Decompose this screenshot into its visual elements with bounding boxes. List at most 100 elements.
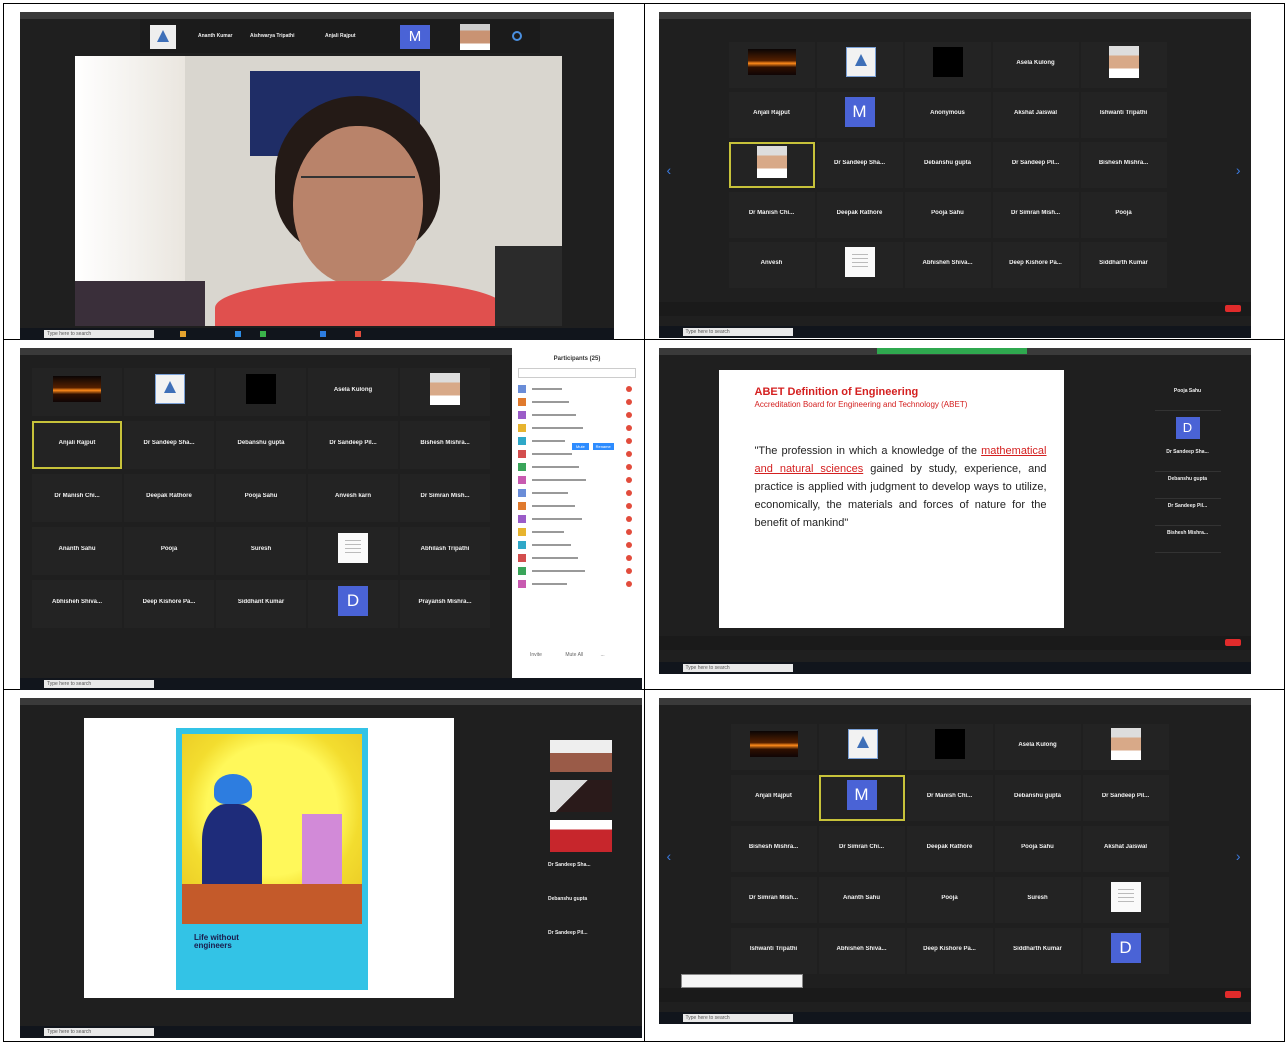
participant-tile[interactable]: Anvesh bbox=[728, 242, 815, 288]
participant-tile[interactable] bbox=[216, 368, 306, 416]
participant-tile[interactable] bbox=[32, 368, 122, 416]
side-participant-name[interactable]: Dr Sandeep Pil... bbox=[548, 926, 618, 960]
mic-icon[interactable] bbox=[626, 399, 632, 405]
participant-tile[interactable]: Anvesh karn bbox=[308, 474, 398, 522]
participant-tile[interactable]: D bbox=[308, 580, 398, 628]
participant-tile[interactable]: Anonymous bbox=[904, 92, 991, 138]
participant-tile[interactable]: Abhisheh Shiva... bbox=[818, 928, 905, 974]
participant-row[interactable] bbox=[518, 579, 636, 589]
participant-tile[interactable]: Debanshu gupta bbox=[994, 775, 1081, 821]
participant-row[interactable] bbox=[518, 566, 636, 576]
participant-row[interactable] bbox=[518, 462, 636, 472]
participant-tile[interactable]: Siddhant Kumar bbox=[216, 580, 306, 628]
participant-tile[interactable] bbox=[308, 527, 398, 575]
participant-tile[interactable]: Ananth Sahu bbox=[818, 877, 905, 923]
avatar-m[interactable]: M bbox=[400, 25, 430, 49]
participant-row[interactable] bbox=[518, 449, 636, 459]
side-participant-name[interactable]: Debanshu gupta bbox=[548, 892, 618, 926]
mic-icon[interactable] bbox=[626, 516, 632, 522]
mic-icon[interactable] bbox=[626, 451, 632, 457]
participant-tile[interactable]: M bbox=[818, 775, 905, 821]
mic-icon[interactable] bbox=[626, 477, 632, 483]
participant-tile[interactable]: Bishesh Mishra... bbox=[1080, 142, 1167, 188]
participant-tile[interactable]: Asela Kulong bbox=[992, 42, 1079, 88]
more-button[interactable]: ... bbox=[601, 652, 605, 658]
mic-icon[interactable] bbox=[626, 386, 632, 392]
participant-tile[interactable]: Abhisheh Shiva... bbox=[32, 580, 122, 628]
participant-tile[interactable]: Dr Simran Mish... bbox=[730, 877, 817, 923]
participant-row[interactable] bbox=[518, 384, 636, 394]
participant-tile[interactable]: Anjali Rajput bbox=[728, 92, 815, 138]
end-meeting-button[interactable] bbox=[1224, 639, 1241, 646]
taskbar-app-icon[interactable] bbox=[235, 331, 241, 337]
mic-icon[interactable] bbox=[626, 438, 632, 444]
side-participant-name[interactable]: Dr Sandeep Pil... bbox=[1154, 499, 1221, 526]
participant-tile[interactable]: Asela Kulong bbox=[994, 724, 1081, 770]
participant-tile[interactable]: Bishesh Mishra... bbox=[730, 826, 817, 872]
participant-tile[interactable]: Akshat Jaiswal bbox=[1082, 826, 1169, 872]
participant-tile[interactable]: Deepak Rathore bbox=[816, 192, 903, 238]
participant-tile[interactable] bbox=[728, 42, 815, 88]
taskbar-app-icon[interactable] bbox=[180, 331, 186, 337]
mute-button[interactable]: Mute bbox=[572, 443, 589, 450]
side-participant-name[interactable]: Dr Sandeep Sha... bbox=[548, 858, 618, 892]
strip-name-2[interactable]: Aishwarya Tripathi bbox=[250, 33, 294, 39]
participant-tile[interactable]: D bbox=[1082, 928, 1169, 974]
participant-tile[interactable]: Asela Kulong bbox=[308, 368, 398, 416]
participant-tile[interactable]: Abhilash Tripathi bbox=[400, 527, 490, 575]
participant-tile[interactable] bbox=[816, 242, 903, 288]
participant-tile[interactable] bbox=[728, 142, 815, 188]
video-thumb-1[interactable] bbox=[550, 740, 612, 772]
participant-row[interactable] bbox=[518, 475, 636, 485]
participant-tile[interactable]: Pooja Sahu bbox=[904, 192, 991, 238]
avatar[interactable]: D bbox=[1175, 417, 1200, 439]
mic-icon[interactable] bbox=[626, 555, 632, 561]
participant-tile[interactable] bbox=[1082, 877, 1169, 923]
strip-name-1[interactable]: Ananth Kumar bbox=[198, 33, 232, 39]
mute-all-button[interactable]: Mute All bbox=[565, 652, 583, 658]
side-participant-name[interactable]: Bishesh Mishra... bbox=[1154, 526, 1221, 553]
video-thumb-3[interactable] bbox=[550, 820, 612, 852]
participant-tile[interactable]: Deep Kishore Pa... bbox=[992, 242, 1079, 288]
participant-row[interactable] bbox=[518, 501, 636, 511]
participant-tile[interactable]: Suresh bbox=[216, 527, 306, 575]
participant-search[interactable] bbox=[518, 368, 636, 378]
taskbar-search-input[interactable]: Type here to search bbox=[682, 664, 793, 672]
taskbar-app-icon[interactable] bbox=[260, 331, 266, 337]
participant-tile[interactable]: Debanshu gupta bbox=[216, 421, 306, 469]
participant-tile[interactable] bbox=[730, 724, 817, 770]
participant-row[interactable] bbox=[518, 488, 636, 498]
participant-tile[interactable]: Dr Sandeep Pil... bbox=[1082, 775, 1169, 821]
participant-tile[interactable]: Anjali Rajput bbox=[730, 775, 817, 821]
participant-tile[interactable]: Dr Manish Chi... bbox=[728, 192, 815, 238]
participant-tile[interactable]: Pooja Sahu bbox=[994, 826, 1081, 872]
participant-tile[interactable]: Dr Sandeep Pil... bbox=[308, 421, 398, 469]
participant-row[interactable] bbox=[518, 540, 636, 550]
participant-tile[interactable]: Suresh bbox=[994, 877, 1081, 923]
taskbar-search-input[interactable]: Type here to search bbox=[682, 1014, 793, 1022]
logo-thumbnail[interactable] bbox=[150, 25, 176, 49]
participant-tile[interactable] bbox=[818, 724, 905, 770]
participant-tile[interactable] bbox=[906, 724, 993, 770]
end-meeting-button[interactable] bbox=[1224, 991, 1241, 998]
participant-tile[interactable]: Anjali Rajput bbox=[32, 421, 122, 469]
participant-tile[interactable]: Bishesh Mishra... bbox=[400, 421, 490, 469]
mic-icon[interactable] bbox=[626, 581, 632, 587]
strip-name-3[interactable]: Anjali Rajput bbox=[325, 33, 356, 39]
rename-button[interactable]: Rename bbox=[592, 443, 614, 450]
participant-tile[interactable]: Siddharth Kumar bbox=[994, 928, 1081, 974]
participant-tile[interactable]: Dr Manish Chi... bbox=[32, 474, 122, 522]
mic-icon[interactable] bbox=[626, 412, 632, 418]
taskbar-app-icon[interactable] bbox=[355, 331, 361, 337]
participant-tile[interactable]: Pooja bbox=[906, 877, 993, 923]
participant-tile[interactable]: Dr Sandeep Sha... bbox=[816, 142, 903, 188]
video-thumb-2[interactable] bbox=[550, 780, 612, 812]
participant-tile[interactable]: Deep Kishore Pa... bbox=[906, 928, 993, 974]
participant-tile[interactable]: Siddharth Kumar bbox=[1080, 242, 1167, 288]
participant-tile[interactable]: Pooja bbox=[1080, 192, 1167, 238]
end-meeting-button[interactable] bbox=[1224, 305, 1241, 312]
participant-row[interactable] bbox=[518, 397, 636, 407]
prev-page-arrow[interactable]: ‹ bbox=[667, 848, 672, 864]
participant-tile[interactable] bbox=[124, 368, 214, 416]
mic-icon[interactable] bbox=[626, 542, 632, 548]
